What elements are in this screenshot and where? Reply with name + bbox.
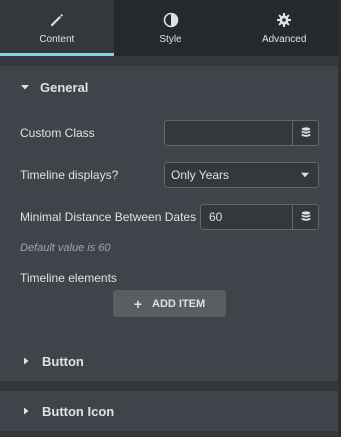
add-item-button[interactable]: + ADD ITEM [113,290,226,317]
custom-class-field [164,120,319,146]
section-button-title: Button [42,353,84,369]
section-general-body: Custom Class Timeline displays? Only Yea… [0,108,341,358]
min-distance-label: Minimal Distance Between Dates [20,210,197,224]
tab-content-label: Content [39,34,75,45]
database-icon [301,127,310,137]
tab-advanced-label: Advanced [261,34,307,45]
timeline-displays-select[interactable]: Only Years [164,162,319,188]
timeline-displays-label: Timeline displays? [20,168,119,182]
pencil-icon [50,14,63,26]
gear-icon [277,13,292,27]
caret-down-icon [21,85,29,90]
timeline-elements-label: Timeline elements [20,271,117,285]
dynamic-tags-button[interactable] [292,121,318,145]
custom-class-label: Custom Class [20,126,95,140]
caret-right-icon [24,407,29,415]
add-item-label: ADD ITEM [152,297,206,310]
chevron-down-icon [301,172,309,178]
min-distance-input[interactable] [201,205,292,229]
custom-class-input[interactable] [165,121,292,145]
timeline-displays-value: Only Years [171,168,230,182]
section-button-icon-title: Button Icon [42,403,115,419]
caret-right-icon [24,357,29,365]
dynamic-tags-button[interactable] [292,205,318,229]
tab-style-label: Style [159,34,182,45]
tab-content[interactable]: Content [0,0,114,56]
tab-style[interactable]: Style [114,0,228,56]
spacer [0,56,341,66]
section-button-icon-header[interactable]: Button Icon [0,391,341,431]
plus-icon: + [133,295,142,312]
min-distance-help: Default value is 60 [20,242,111,254]
tab-advanced[interactable]: Advanced [227,0,341,56]
min-distance-field [200,204,319,230]
editor-panel: Content Style Advanced General Custom Cl… [0,0,341,437]
section-general-title: General [40,79,89,95]
section-button-header[interactable]: Button [0,341,341,381]
database-icon [301,211,310,221]
section-general-header[interactable]: General [0,66,341,108]
half-circle-icon [163,12,178,28]
panel-tabs: Content Style Advanced [0,0,341,56]
